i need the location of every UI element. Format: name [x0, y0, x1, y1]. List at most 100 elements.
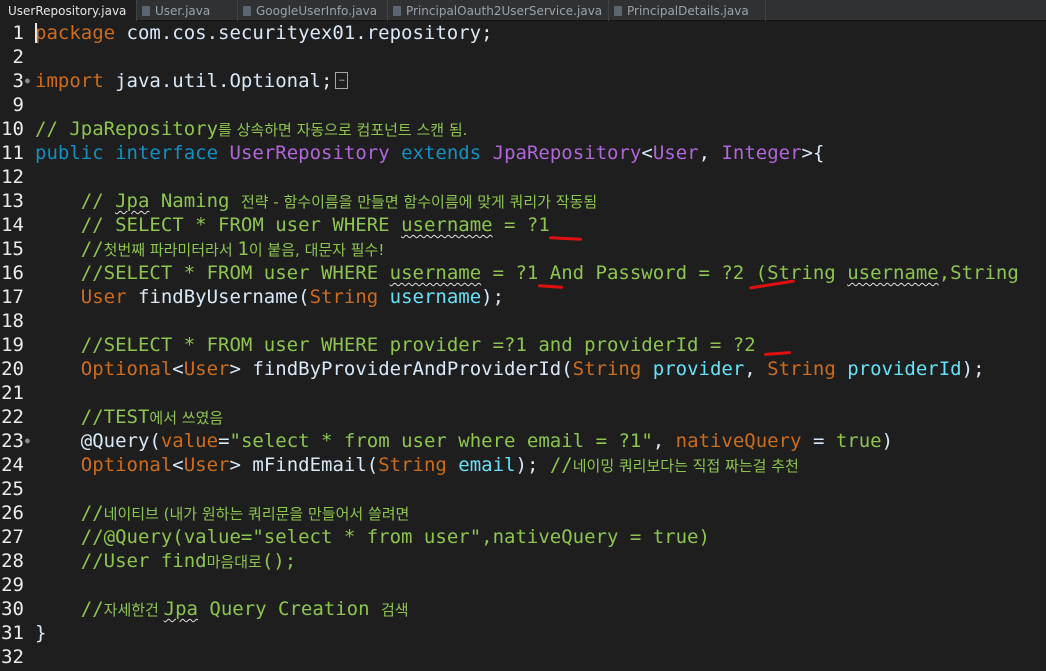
code-line: //User find마음대로();	[35, 549, 296, 573]
code-line: // Jpa Naming 전략 - 함수이름을 만들면 함수이름에 맞게 쿼리…	[35, 189, 597, 213]
code-token: value	[160, 430, 219, 452]
comment-token: //	[80, 598, 104, 620]
annotation-underline	[763, 351, 792, 356]
code-line: // JpaRepository를 상속하면 자동으로 컴포넌트 스캔 됨.	[35, 117, 467, 141]
line-number: 20	[1, 358, 24, 380]
code-line: @Query(value="select * from user where e…	[35, 429, 893, 453]
comment-token: // JpaRepository	[35, 118, 219, 140]
code-token: String	[309, 286, 379, 308]
comment-token: //	[80, 238, 104, 260]
tab-label: UserRepository.java	[8, 3, 127, 18]
code-line: //첫번째 파라미터라서 1이 붙음, 대문자 필수!	[35, 237, 385, 261]
code-line: // SELECT * FROM user WHERE username = ?…	[35, 213, 550, 237]
code-line: }	[35, 621, 46, 645]
comment-token: //SELECT * FROM user WHERE provider =?1 …	[80, 334, 756, 356]
line-number: 25	[1, 478, 24, 500]
tab-label: PrincipalOauth2UserService.java	[406, 3, 603, 18]
tab-label: GoogleUserInfo.java	[256, 3, 378, 18]
fold-marker-icon[interactable]: ●	[25, 69, 33, 93]
code-area[interactable]: package com.cos.securityex01.repository;…	[35, 21, 1046, 671]
code-token: String	[572, 358, 642, 380]
code-token: findByUsername(	[126, 286, 310, 308]
tab-principaloauth2userservice[interactable]: PrincipalOauth2UserService.java	[388, 0, 609, 21]
code-token: (	[149, 430, 161, 452]
code-line: User findByUsername(String username);	[35, 285, 504, 309]
line-number: 29	[1, 574, 24, 596]
code-token: >{	[801, 142, 825, 164]
line-number: 30	[1, 598, 24, 620]
tab-user[interactable]: User.java	[137, 0, 238, 21]
code-line: //자세한건 Jpa Query Creation 검색	[35, 597, 409, 621]
comment-token: 에서 쓰였음	[149, 409, 224, 427]
code-token: String	[378, 454, 447, 476]
code-token: nativeQuery	[675, 430, 802, 452]
code-line: import java.util.Optional;…	[35, 69, 349, 93]
comment-token: //TEST	[80, 406, 150, 428]
code-token: User	[652, 142, 699, 164]
java-file-icon	[614, 6, 622, 16]
comment-token: //	[549, 454, 573, 476]
fold-marker-icon[interactable]: ●	[25, 429, 33, 453]
annotation-token: @Query	[80, 430, 150, 452]
tab-userrepository[interactable]: UserRepository.java ✕	[0, 0, 137, 21]
code-line: Optional<User> findByProviderAndProvider…	[35, 357, 985, 381]
comment-token: ,String	[938, 262, 1019, 284]
code-token: > findByProviderAndProviderId(	[229, 358, 573, 380]
folded-imports-icon[interactable]: …	[335, 71, 349, 89]
comment-token: 검색	[380, 601, 409, 619]
line-number: 32	[1, 646, 24, 668]
code-token: import	[35, 70, 104, 92]
line-number: 23	[1, 430, 24, 452]
line-number: 12	[1, 166, 24, 188]
code-token: JpaRepository	[492, 142, 642, 164]
code-token: <	[172, 358, 184, 380]
tab-googleuserinfo[interactable]: GoogleUserInfo.java	[238, 0, 388, 21]
line-number: 18	[1, 310, 24, 332]
comment-token: 1	[237, 238, 249, 260]
code-token: <	[172, 454, 184, 476]
code-token: =	[801, 430, 836, 452]
code-token: =	[218, 430, 230, 452]
java-file-icon	[142, 6, 150, 16]
code-token: Optional	[80, 358, 173, 380]
code-token: User	[80, 286, 127, 308]
editor-tab-bar: UserRepository.java ✕ User.java GoogleUs…	[0, 0, 1046, 21]
tab-label: PrincipalDetails.java	[627, 3, 749, 18]
code-line: package com.cos.securityex01.repository;	[35, 21, 493, 45]
line-number: 2	[12, 46, 24, 68]
code-token: ,	[744, 358, 768, 380]
code-token: Optional	[80, 454, 173, 476]
code-token: java.util.Optional;	[103, 70, 333, 92]
code-token: );	[961, 358, 985, 380]
code-token: provider	[641, 358, 745, 380]
code-line: //SELECT * FROM user WHERE provider =?1 …	[35, 333, 756, 357]
code-token: );	[481, 286, 505, 308]
comment-token: 를 상속하면 자동으로 컴포넌트 스캔 됨.	[218, 121, 468, 139]
code-token: username	[378, 286, 482, 308]
java-file-icon	[393, 6, 401, 16]
line-number: 1	[12, 22, 24, 44]
code-token: User	[183, 358, 230, 380]
comment-token: 네이티브 (내가 원하는 쿼리문을 만들어서 쓸려면	[103, 505, 410, 523]
comment-token: //	[80, 190, 116, 212]
code-token: User	[183, 454, 230, 476]
code-token: interface	[115, 142, 219, 164]
comment-token: 자세한건	[103, 601, 164, 619]
line-number: 19	[1, 334, 24, 356]
code-token: String	[767, 358, 836, 380]
line-number: 31	[1, 622, 24, 644]
code-token: UserRepository	[229, 142, 390, 164]
comment-token: //User find	[80, 550, 207, 572]
comment-token: //@Query(value="select * from user",nati…	[80, 526, 710, 548]
tab-principaldetails[interactable]: PrincipalDetails.java	[609, 0, 766, 21]
line-number: 3	[12, 70, 24, 92]
comment-token: Naming	[149, 190, 241, 212]
line-number: 14	[1, 214, 24, 236]
comment-token: ();	[261, 550, 297, 572]
code-token: <	[641, 142, 653, 164]
line-number: 16	[1, 262, 24, 284]
code-editor[interactable]: 1 2 3 ● 9 10 11 12 13 14 15 16 17 18 19 …	[0, 21, 1046, 671]
code-token: package	[35, 22, 116, 44]
java-file-icon	[243, 6, 251, 16]
tab-label: User.java	[155, 3, 211, 18]
